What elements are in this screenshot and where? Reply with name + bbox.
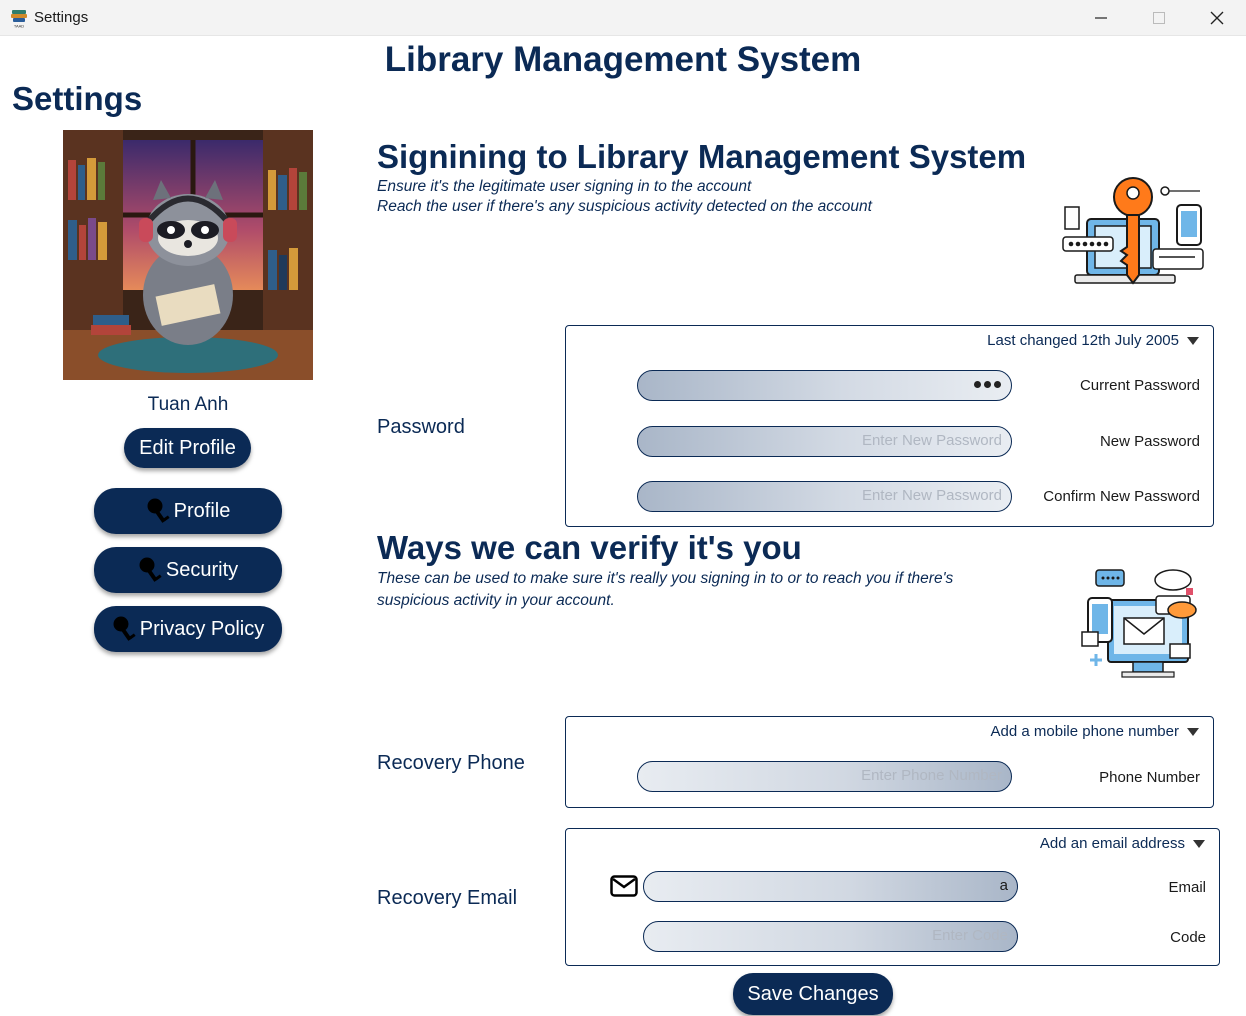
recovery-email-label: Recovery Email <box>377 887 518 909</box>
sidebar-item-privacy-policy[interactable]: Privacy Policy <box>94 606 282 652</box>
confirm-password-input[interactable]: Enter New Password <box>637 481 1012 512</box>
password-label: Password <box>377 416 465 438</box>
sidebar-item-label: Privacy Policy <box>139 617 265 640</box>
password-mask <box>974 381 1001 388</box>
app-logo-icon: TAAD <box>11 10 27 29</box>
close-button[interactable] <box>1188 0 1246 36</box>
settings-heading: Settings <box>12 80 143 117</box>
sidebar-item-label: Profile <box>173 499 231 522</box>
key-icon <box>139 557 162 582</box>
current-password-label: Current Password <box>1079 377 1200 394</box>
add-email-dropdown[interactable]: Add an email address <box>1040 835 1205 852</box>
close-icon <box>1210 11 1224 25</box>
password-panel: Last changed 12th July 2005 Current Pass… <box>565 325 1214 527</box>
chevron-down-icon <box>1187 727 1199 736</box>
new-password-label: New Password <box>1099 433 1200 450</box>
sidebar-item-security[interactable]: Security <box>94 547 282 593</box>
communication-icon <box>1081 569 1197 678</box>
new-password-input[interactable]: Enter New Password <box>637 426 1012 457</box>
raccoon-avatar-icon <box>63 130 313 380</box>
window-title: Settings <box>34 9 89 26</box>
chevron-down-icon <box>1193 839 1205 848</box>
key-security-icon <box>1062 177 1204 285</box>
password-last-changed-dropdown[interactable]: Last changed 12th July 2005 <box>987 332 1199 349</box>
code-label: Code <box>1170 929 1206 946</box>
window-titlebar: TAAD Settings <box>0 0 1246 36</box>
recovery-phone-panel: Add a mobile phone number Enter Phone Nu… <box>565 716 1214 808</box>
confirm-password-label: Confirm New Password <box>1043 488 1200 505</box>
maximize-icon <box>1153 12 1165 24</box>
minimize-button[interactable] <box>1072 0 1130 36</box>
chevron-down-icon <box>1187 336 1199 345</box>
code-input[interactable]: Enter Code <box>643 921 1018 952</box>
phone-number-input[interactable]: Enter Phone Number <box>637 761 1012 792</box>
verify-section-title: Ways we can verify it's you <box>377 529 802 566</box>
add-phone-dropdown[interactable]: Add a mobile phone number <box>991 723 1199 740</box>
key-icon <box>113 616 136 641</box>
avatar <box>63 130 313 380</box>
app-title: Library Management System <box>384 40 862 79</box>
phone-number-label: Phone Number <box>1099 769 1200 786</box>
mail-icon <box>610 875 638 897</box>
minimize-icon <box>1095 17 1107 19</box>
maximize-button[interactable] <box>1130 0 1188 36</box>
user-name: Tuan Anh <box>147 394 229 415</box>
recovery-phone-label: Recovery Phone <box>377 752 525 774</box>
email-input[interactable]: a <box>643 871 1018 902</box>
save-changes-button[interactable]: Save Changes <box>733 973 893 1015</box>
recovery-email-panel: Add an email address a Email Enter Code … <box>565 828 1220 966</box>
signin-section-desc: Ensure it's the legitimate user signing … <box>377 178 872 215</box>
sidebar-item-label: Security <box>165 558 239 581</box>
key-icon <box>147 498 170 523</box>
signin-section-title: Signining to Library Management System <box>377 138 1027 175</box>
email-label: Email <box>1168 879 1206 896</box>
sidebar-item-profile[interactable]: Profile <box>94 488 282 534</box>
edit-profile-button[interactable]: Edit Profile <box>124 428 251 468</box>
current-password-input[interactable] <box>637 370 1012 401</box>
svg-text:TAAD: TAAD <box>14 24 24 29</box>
verify-section-desc: These can be used to make sure it's real… <box>377 570 954 609</box>
